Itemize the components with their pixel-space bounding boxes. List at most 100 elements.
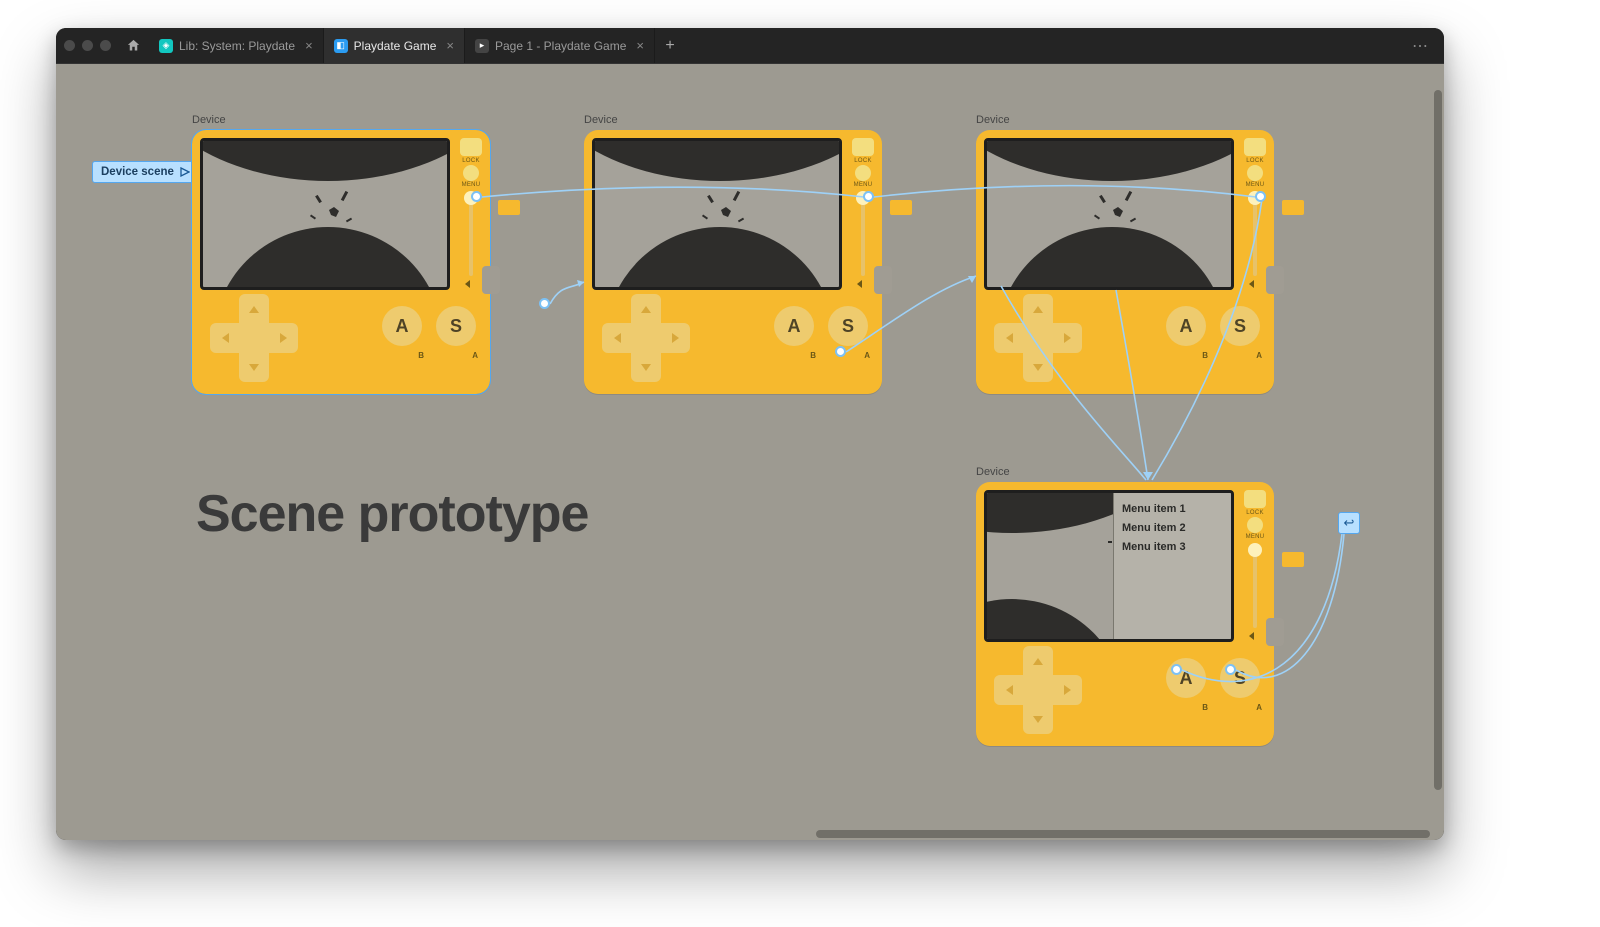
tab-playdate-game[interactable]: ◧ Playdate Game × bbox=[324, 28, 465, 63]
titlebar: ◈ Lib: System: Playdate × ◧ Playdate Gam… bbox=[56, 28, 1444, 64]
menu-label: MENU bbox=[1242, 534, 1268, 540]
frame-label[interactable]: Device bbox=[976, 114, 1010, 126]
scene-title[interactable]: Scene prototype bbox=[196, 484, 588, 544]
menu-label: MENU bbox=[458, 182, 484, 188]
menu-button[interactable] bbox=[855, 165, 871, 181]
speaker-icon bbox=[1249, 280, 1254, 288]
device-side-controls: LOCK MENU bbox=[458, 138, 484, 290]
volume-slider[interactable] bbox=[469, 194, 473, 276]
tab-lib-system-playdate[interactable]: ◈ Lib: System: Playdate × bbox=[149, 28, 324, 63]
tab-label: Page 1 - Playdate Game bbox=[495, 39, 626, 53]
s-button[interactable]: SA bbox=[828, 306, 868, 346]
device-screen bbox=[200, 138, 450, 290]
prototype-back-badge[interactable]: ↩ bbox=[1338, 512, 1360, 534]
volume-slider[interactable] bbox=[1253, 194, 1257, 276]
prototype-hotspot[interactable] bbox=[1225, 664, 1236, 675]
crank-hub[interactable] bbox=[1266, 266, 1284, 294]
menu-label: MENU bbox=[850, 182, 876, 188]
prototype-hotspot[interactable] bbox=[539, 298, 550, 309]
ab-buttons: AB SA bbox=[1166, 306, 1260, 346]
lock-button[interactable] bbox=[460, 138, 482, 156]
close-icon[interactable]: × bbox=[636, 38, 644, 53]
device-screen bbox=[984, 138, 1234, 290]
volume-slider[interactable] bbox=[861, 194, 865, 276]
crank-hub[interactable] bbox=[874, 266, 892, 294]
speaker-icon bbox=[857, 280, 862, 288]
vertical-scrollbar[interactable] bbox=[1434, 90, 1442, 790]
menu-panel: Menu item 1 Menu item 2 Menu item 3 bbox=[1113, 493, 1231, 639]
menu-item[interactable]: Menu item 3 bbox=[1122, 541, 1223, 553]
design-canvas[interactable]: Device Device Device Device Device scene… bbox=[56, 64, 1444, 840]
lock-button[interactable] bbox=[1244, 490, 1266, 508]
lock-label: LOCK bbox=[1242, 158, 1268, 164]
traffic-zoom[interactable] bbox=[100, 40, 111, 51]
menu-button[interactable] bbox=[1247, 517, 1263, 533]
ab-buttons: AB SA bbox=[1166, 658, 1260, 698]
s-button[interactable]: SA bbox=[436, 306, 476, 346]
menu-item[interactable]: Menu item 2 bbox=[1122, 522, 1223, 534]
lock-label: LOCK bbox=[1242, 510, 1268, 516]
a-button[interactable]: AB bbox=[382, 306, 422, 346]
crank-arm[interactable] bbox=[498, 200, 520, 215]
prototype-hotspot[interactable] bbox=[471, 191, 482, 202]
lock-label: LOCK bbox=[458, 158, 484, 164]
dpad[interactable] bbox=[994, 294, 1082, 382]
home-icon[interactable] bbox=[121, 34, 145, 58]
speaker-icon bbox=[1249, 632, 1254, 640]
prototype-hotspot[interactable] bbox=[835, 346, 846, 357]
crank-arm[interactable] bbox=[890, 200, 912, 215]
tab-page1-playdate-game[interactable]: ▸ Page 1 - Playdate Game × bbox=[465, 28, 655, 63]
frame-label[interactable]: Device bbox=[192, 114, 226, 126]
prototype-start-badge[interactable]: Device scene bbox=[92, 161, 199, 183]
device-screen bbox=[592, 138, 842, 290]
crank-hub[interactable] bbox=[1266, 618, 1284, 646]
new-tab-button[interactable]: + bbox=[655, 28, 685, 63]
traffic-close[interactable] bbox=[64, 40, 75, 51]
device-side-controls: LOCK MENU bbox=[1242, 138, 1268, 290]
horizontal-scrollbar[interactable] bbox=[816, 830, 1430, 838]
ab-buttons: AB SA bbox=[382, 306, 476, 346]
dpad[interactable] bbox=[994, 646, 1082, 734]
dpad[interactable] bbox=[210, 294, 298, 382]
device-screen: Menu item 1 Menu item 2 Menu item 3 bbox=[984, 490, 1234, 642]
speaker-icon bbox=[465, 280, 470, 288]
a-button[interactable]: AB bbox=[1166, 306, 1206, 346]
device-frame-4[interactable]: Menu item 1 Menu item 2 Menu item 3 LOCK… bbox=[976, 482, 1274, 746]
a-button[interactable]: AB bbox=[774, 306, 814, 346]
menu-label: MENU bbox=[1242, 182, 1268, 188]
close-icon[interactable]: × bbox=[305, 38, 313, 53]
tab-label: Playdate Game bbox=[354, 39, 437, 53]
lock-label: LOCK bbox=[850, 158, 876, 164]
lock-button[interactable] bbox=[1244, 138, 1266, 156]
prototype-hotspot[interactable] bbox=[863, 191, 874, 202]
play-outline-icon bbox=[180, 167, 190, 177]
device-frame-1[interactable]: LOCK MENU AB SA bbox=[192, 130, 490, 394]
crank-hub[interactable] bbox=[482, 266, 500, 294]
s-button[interactable]: SA bbox=[1220, 306, 1260, 346]
s-button[interactable]: SA bbox=[1220, 658, 1260, 698]
dpad[interactable] bbox=[602, 294, 690, 382]
traffic-minimize[interactable] bbox=[82, 40, 93, 51]
crank-arm[interactable] bbox=[1282, 200, 1304, 215]
crank-arm[interactable] bbox=[1282, 552, 1304, 567]
a-button[interactable]: AB bbox=[1166, 658, 1206, 698]
menu-button[interactable] bbox=[463, 165, 479, 181]
component-icon: ◈ bbox=[159, 39, 173, 53]
frame-label[interactable]: Device bbox=[584, 114, 618, 126]
close-icon[interactable]: × bbox=[446, 38, 454, 53]
window-controls[interactable] bbox=[64, 40, 111, 51]
device-frame-3[interactable]: LOCK MENU AB SA bbox=[976, 130, 1274, 394]
frame-label[interactable]: Device bbox=[976, 466, 1010, 478]
app-window: ◈ Lib: System: Playdate × ◧ Playdate Gam… bbox=[56, 28, 1444, 840]
prototype-hotspot[interactable] bbox=[1255, 191, 1266, 202]
menu-button[interactable] bbox=[1247, 165, 1263, 181]
overflow-menu-icon[interactable]: ⋯ bbox=[1412, 36, 1436, 56]
menu-item[interactable]: Menu item 1 bbox=[1122, 503, 1223, 515]
ab-buttons: AB SA bbox=[774, 306, 868, 346]
file-icon: ◧ bbox=[334, 39, 348, 53]
lock-button[interactable] bbox=[852, 138, 874, 156]
prototype-hotspot[interactable] bbox=[1171, 664, 1182, 675]
device-side-controls: LOCK MENU bbox=[850, 138, 876, 290]
tab-label: Lib: System: Playdate bbox=[179, 39, 295, 53]
volume-slider[interactable] bbox=[1253, 546, 1257, 628]
